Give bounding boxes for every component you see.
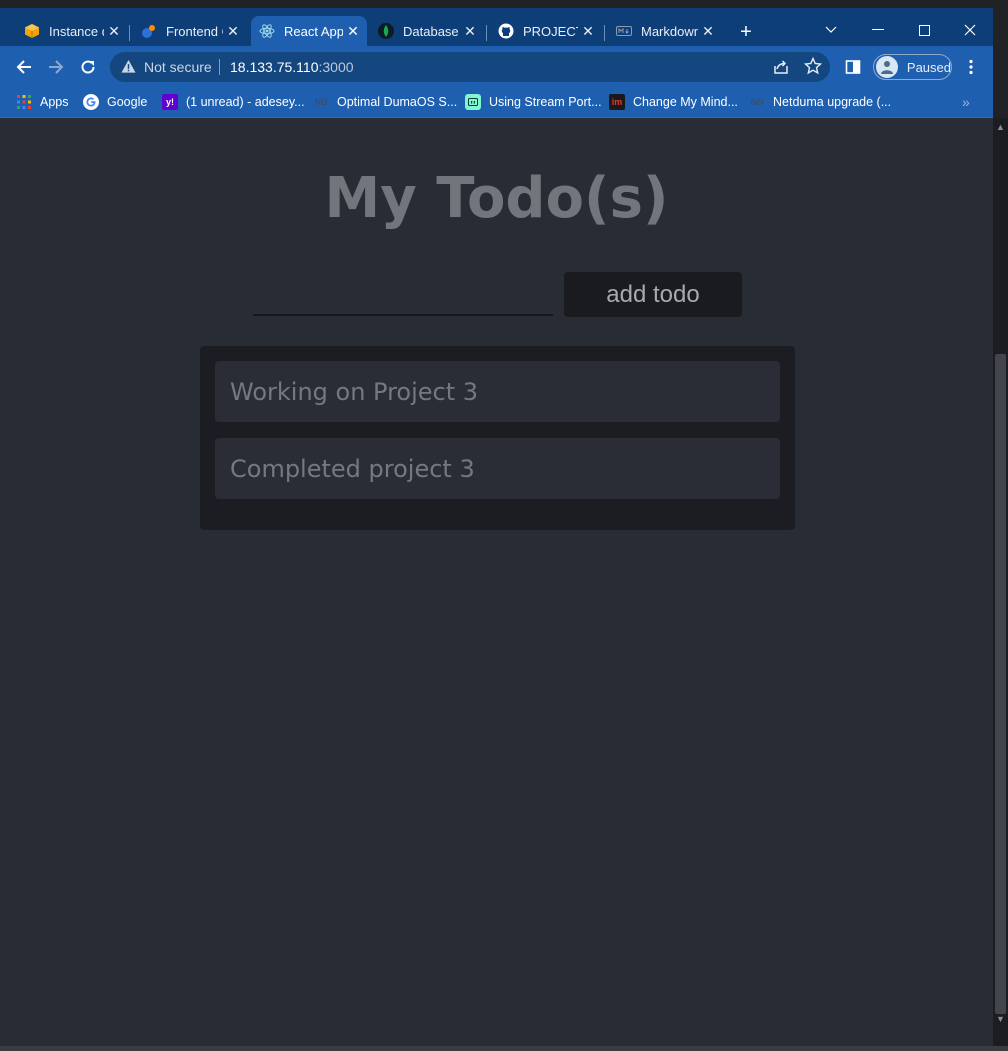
profile-button[interactable]: Paused: [873, 54, 952, 80]
netduma-icon: ND: [314, 97, 328, 107]
minimize-button[interactable]: [863, 16, 893, 44]
add-todo-button[interactable]: add todo: [564, 272, 742, 317]
tab-divider: [604, 25, 605, 41]
bookmark-label: Google: [107, 95, 148, 109]
yahoo-mail-icon: y!: [162, 94, 178, 110]
bookmark-dumaos[interactable]: ND Optimal DumaOS S...: [313, 92, 458, 112]
todo-input[interactable]: [253, 272, 553, 316]
maximize-button[interactable]: [909, 16, 939, 44]
netduma-icon: ND: [750, 97, 764, 107]
tab-label: React App: [284, 23, 343, 39]
side-panel-icon[interactable]: [840, 54, 866, 80]
close-icon[interactable]: ✕: [104, 23, 124, 40]
window-right-edge: [993, 0, 1008, 118]
omnibox-divider: [219, 59, 220, 75]
bookmark-google[interactable]: Google: [83, 92, 147, 112]
tab-frontend[interactable]: Frontend C ✕: [133, 16, 247, 46]
firebase-icon: [141, 23, 157, 39]
mongodb-leaf-icon: [378, 23, 394, 39]
bookmarks-bar: Apps Google y! (1 unread) - adesey... ND…: [0, 88, 993, 118]
close-icon[interactable]: ✕: [460, 23, 480, 40]
tab-strip: Instance d ✕ Frontend C ✕ React App ✕ Da…: [0, 8, 993, 46]
bookmark-yahoo-mail[interactable]: y! (1 unread) - adesey...: [162, 92, 305, 112]
profile-label: Paused: [906, 59, 951, 75]
back-arrow-icon[interactable]: [11, 54, 37, 80]
url-host: 18.133.75.110: [230, 59, 319, 75]
aws-box-icon: [24, 23, 40, 39]
close-icon[interactable]: ✕: [223, 23, 243, 40]
todo-list: Working on Project 3 Completed project 3: [200, 346, 795, 530]
tab-instance[interactable]: Instance d ✕: [16, 16, 128, 46]
react-icon: [259, 23, 275, 39]
window-top-edge: [0, 0, 1008, 8]
url-text[interactable]: 18.133.75.110:3000: [230, 59, 354, 75]
tab-label: Database |: [403, 23, 460, 39]
scrollbar-thumb[interactable]: [995, 354, 1006, 1014]
tab-label: Frontend C: [166, 23, 223, 39]
share-icon[interactable]: [772, 58, 790, 81]
browser-toolbar: Not secure 18.133.75.110:3000 Paused: [0, 46, 993, 88]
todo-item[interactable]: Completed project 3: [215, 438, 780, 499]
address-bar[interactable]: Not secure 18.133.75.110:3000: [110, 52, 830, 82]
bookmark-label: Apps: [40, 95, 69, 109]
bookmark-star-icon[interactable]: [803, 56, 823, 80]
window-bottom-edge: [0, 1046, 1008, 1051]
scroll-down-arrow-icon[interactable]: ▼: [993, 1014, 1008, 1024]
google-icon: [83, 94, 99, 110]
new-tab-button[interactable]: +: [736, 22, 756, 43]
github-icon: [498, 23, 514, 39]
tab-divider: [129, 25, 130, 41]
bookmark-label: (1 unread) - adesey...: [186, 95, 305, 109]
imgflip-icon: im: [609, 94, 625, 110]
apps-grid-icon: [16, 94, 32, 110]
close-icon[interactable]: ✕: [698, 23, 718, 40]
tab-label: Instance d: [49, 23, 104, 39]
bookmark-label: Change My Mind...: [633, 95, 738, 109]
security-label[interactable]: Not secure: [144, 59, 212, 75]
page-title: My Todo(s): [324, 166, 669, 231]
tab-react-app[interactable]: React App ✕: [251, 16, 367, 46]
forward-arrow-icon[interactable]: [43, 54, 69, 80]
todo-item[interactable]: Working on Project 3: [215, 361, 780, 422]
bookmark-label: Using Stream Port...: [489, 95, 602, 109]
bookmarks-overflow-chevron[interactable]: »: [962, 94, 970, 110]
markdown-icon: [616, 23, 632, 39]
bookmark-apps[interactable]: Apps: [16, 92, 69, 112]
streamlabs-icon: [465, 94, 481, 110]
kebab-menu-icon[interactable]: [958, 54, 984, 80]
bookmark-netduma-upgrade[interactable]: ND Netduma upgrade (...: [749, 92, 892, 112]
tab-search-icon[interactable]: [816, 16, 846, 44]
tab-project-3[interactable]: PROJECT-3 ✕: [490, 16, 602, 46]
warning-triangle-icon[interactable]: [121, 59, 136, 79]
vertical-scrollbar[interactable]: ▲ ▼: [993, 118, 1008, 1046]
tab-label: PROJECT-3: [523, 23, 578, 39]
close-icon[interactable]: ✕: [578, 23, 598, 40]
tab-divider: [486, 25, 487, 41]
tab-markdown[interactable]: Markdown ✕: [608, 16, 722, 46]
close-window-button[interactable]: [955, 16, 985, 44]
bookmark-label: Netduma upgrade (...: [773, 95, 892, 109]
scroll-up-arrow-icon[interactable]: ▲: [993, 122, 1008, 132]
bookmark-stream-port[interactable]: Using Stream Port...: [465, 92, 602, 112]
avatar: [876, 56, 898, 78]
tab-database[interactable]: Database | ✕: [370, 16, 484, 46]
tab-label: Markdown: [641, 23, 698, 39]
bookmark-change-my-mind[interactable]: im Change My Mind...: [609, 92, 738, 112]
close-icon[interactable]: ✕: [343, 23, 363, 40]
page-viewport: My Todo(s) add todo Working on Project 3…: [0, 118, 993, 1046]
bookmark-label: Optimal DumaOS S...: [337, 95, 458, 109]
reload-icon[interactable]: [75, 54, 101, 80]
url-port: :3000: [318, 59, 354, 75]
